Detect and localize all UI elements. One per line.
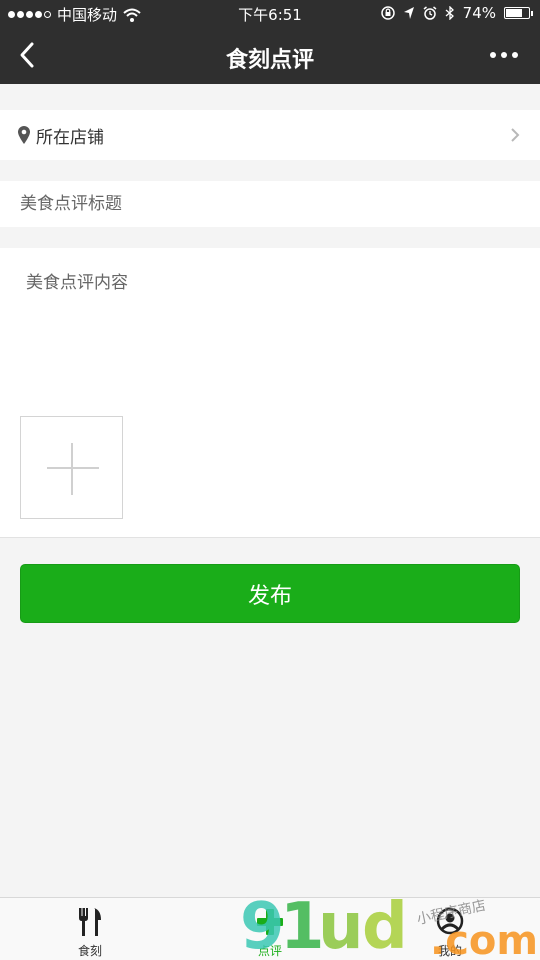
user-icon — [436, 907, 464, 935]
page-title: 食刻点评 — [225, 48, 314, 73]
add-photo-button[interactable] — [20, 416, 123, 519]
battery-icon — [504, 7, 533, 19]
title-row — [0, 181, 540, 227]
tab-food[interactable]: 食刻 — [30, 898, 150, 960]
tab-review[interactable]: 点评 — [210, 898, 330, 960]
status-right: 74% — [380, 4, 533, 22]
tab-food-label: 食刻 — [77, 944, 102, 958]
plus-icon — [257, 909, 283, 935]
review-content-input[interactable] — [26, 268, 516, 388]
shop-label: 所在店铺 — [36, 128, 104, 148]
location-icon — [403, 7, 414, 19]
bluetooth-icon — [445, 6, 454, 20]
battery-percent: 74% — [462, 4, 496, 22]
status-bar: 中国移动 下午6:51 74% — [0, 0, 540, 28]
review-title-input[interactable] — [20, 191, 520, 217]
tab-mine-label: 我的 — [437, 944, 462, 958]
nav-bar: 食刻点评 — [0, 28, 540, 84]
rotation-lock-icon — [380, 6, 395, 20]
shop-selector-row[interactable]: 所在店铺 — [0, 110, 540, 160]
chevron-right-icon — [511, 128, 520, 142]
content-row — [0, 248, 540, 538]
publish-button[interactable]: 发布 — [20, 564, 520, 623]
alarm-icon — [423, 6, 437, 20]
more-icon[interactable] — [490, 52, 518, 58]
tab-bar: 食刻 点评 我的 — [0, 897, 540, 960]
map-pin-icon — [18, 126, 30, 144]
fork-knife-icon — [79, 908, 101, 936]
tab-review-label: 点评 — [257, 944, 282, 958]
plus-icon — [47, 467, 99, 469]
battery-fill — [506, 9, 523, 17]
tab-mine[interactable]: 我的 — [390, 898, 510, 960]
